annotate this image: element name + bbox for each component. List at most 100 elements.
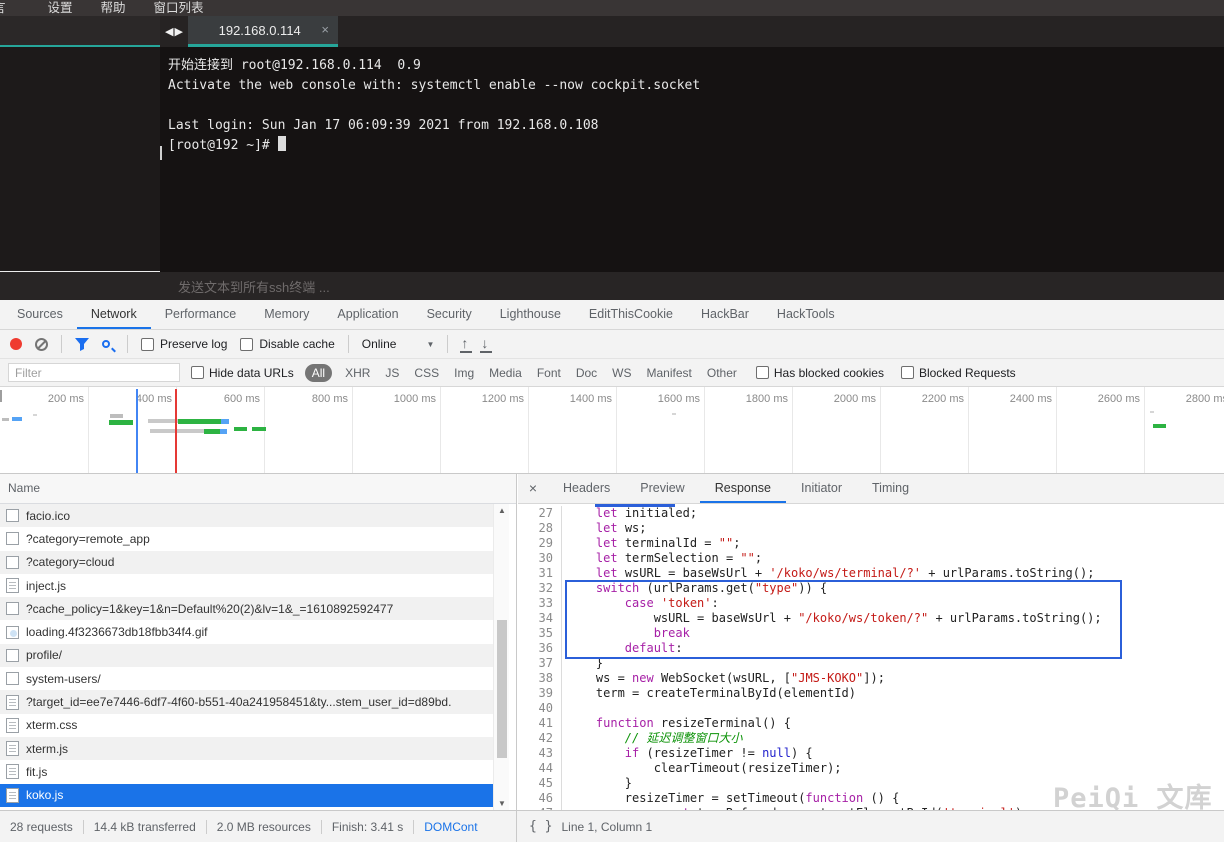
code-text: } [562, 656, 603, 671]
disable-cache-checkbox[interactable] [240, 338, 253, 351]
line-number: 42 [518, 731, 562, 746]
throttling-select[interactable]: Online ▼ [362, 337, 435, 351]
has-blocked-cookies-checkbox[interactable] [756, 366, 769, 379]
export-har-icon[interactable]: ↓ [481, 336, 488, 353]
request-row[interactable]: fit.js [0, 760, 493, 783]
import-har-icon[interactable]: ↑ [461, 336, 468, 353]
timeline-gridline [704, 387, 705, 474]
code-text: resizeTimer = setTimeout(function () { [562, 791, 899, 806]
type-filter-js[interactable]: JS [383, 365, 401, 381]
name-column-header[interactable]: Name [0, 474, 516, 504]
line-number: 29 [518, 536, 562, 551]
request-list-scrollbar[interactable]: ▲ ▼ [493, 504, 509, 810]
detail-tab-response[interactable]: Response [700, 474, 786, 503]
type-filter-doc[interactable]: Doc [574, 365, 599, 381]
request-row[interactable]: ?cache_policy=1&key=1&n=Default%20(2)&lv… [0, 597, 493, 620]
panel-tab-security[interactable]: Security [413, 300, 486, 329]
panel-tab-memory[interactable]: Memory [250, 300, 323, 329]
type-filter-img[interactable]: Img [452, 365, 476, 381]
ssh-terminal[interactable]: 开始连接到 root@192.168.0.114 0.9Activate the… [160, 47, 1224, 272]
panel-tab-performance[interactable]: Performance [151, 300, 251, 329]
request-name: xterm.js [26, 742, 68, 756]
request-row[interactable]: xterm.css [0, 714, 493, 737]
detail-tab-preview[interactable]: Preview [625, 474, 699, 503]
tab-back-icon[interactable]: ◀ [165, 25, 173, 38]
summary-segment: Finish: 3.41 s [332, 820, 403, 834]
preserve-log-checkbox[interactable] [141, 338, 154, 351]
timeline-gridline [1144, 387, 1145, 474]
request-row[interactable]: profile/ [0, 644, 493, 667]
code-text: switch (urlParams.get("type")) { [562, 581, 827, 596]
menu-item-3[interactable]: 窗口列表 [154, 0, 204, 16]
status-divider [206, 820, 207, 834]
hide-data-urls-label: Hide data URLs [209, 366, 294, 380]
hide-data-urls-checkbox[interactable] [191, 366, 204, 379]
blocked-requests-checkbox[interactable] [901, 366, 914, 379]
type-filter-manifest[interactable]: Manifest [645, 365, 694, 381]
scroll-up-icon[interactable]: ▲ [494, 506, 510, 515]
line-number: 27 [518, 506, 562, 521]
app-menubar: 言 设置 帮助 窗口列表 [0, 0, 1224, 16]
type-filter-other[interactable]: Other [705, 365, 739, 381]
type-filter-all[interactable]: All [305, 364, 332, 382]
app-window: 言 设置 帮助 窗口列表 ◀ ▶ 192.168.0.114 × 开始连接到 root… [0, 0, 1224, 842]
type-filter-xhr[interactable]: XHR [343, 365, 372, 381]
scroll-down-icon[interactable]: ▼ [494, 799, 510, 808]
record-icon[interactable] [10, 338, 22, 350]
type-filter-ws[interactable]: WS [610, 365, 633, 381]
line-number: 45 [518, 776, 562, 791]
format-braces-icon[interactable]: { } [529, 819, 552, 834]
server-list-sidebar[interactable] [0, 47, 160, 272]
panel-tab-network[interactable]: Network [77, 300, 151, 329]
menu-item-0[interactable]: 言 [0, 0, 6, 16]
ssh-tab-title: 192.168.0.114 [188, 23, 321, 38]
request-row[interactable]: ?category=remote_app [0, 527, 493, 550]
timeline-tick-label: 800 ms [312, 393, 348, 405]
panel-tab-sources[interactable]: Sources [3, 300, 77, 329]
file-icon [6, 602, 19, 615]
request-row[interactable]: ?target_id=ee7e7446-6df7-4f60-b551-40a24… [0, 690, 493, 713]
request-row[interactable]: loading.4f3236673db18fbb34f4.gif [0, 620, 493, 643]
timeline-tick-label: 2000 ms [834, 393, 876, 405]
terminal-cursor [278, 136, 286, 151]
request-row[interactable]: ?category=cloud [0, 551, 493, 574]
close-detail-icon[interactable]: × [518, 474, 548, 503]
request-row[interactable]: inject.js [0, 574, 493, 597]
code-text: term = createTerminalById(elementId) [562, 686, 856, 701]
code-line: 42 // 延迟调整窗口大小 [518, 731, 1224, 746]
type-filter-css[interactable]: CSS [412, 365, 441, 381]
request-row[interactable]: system-users/ [0, 667, 493, 690]
menu-item-2[interactable]: 帮助 [101, 0, 126, 16]
toolbar-divider [61, 335, 62, 353]
clear-icon[interactable] [35, 338, 48, 351]
type-filter-font[interactable]: Font [535, 365, 563, 381]
menu-item-1[interactable]: 设置 [48, 0, 73, 16]
filter-input[interactable] [8, 363, 180, 382]
request-row[interactable]: facio.ico [0, 504, 493, 527]
network-overview-timeline[interactable]: 200 ms400 ms600 ms800 ms1000 ms1200 ms14… [0, 387, 1224, 474]
type-filter-media[interactable]: Media [487, 365, 524, 381]
response-code-view[interactable]: 27 let initialed;28 let ws;29 let termin… [518, 504, 1224, 810]
tab-close-icon[interactable]: × [321, 22, 338, 39]
session-tabstrip: ◀ ▶ 192.168.0.114 × [0, 16, 1224, 47]
code-text: let ws; [562, 521, 647, 536]
detail-tab-timing[interactable]: Timing [857, 474, 924, 503]
request-name: system-users/ [26, 672, 101, 686]
panel-tab-hackbar[interactable]: HackBar [687, 300, 763, 329]
tab-forward-icon[interactable]: ▶ [174, 25, 182, 38]
code-text [562, 701, 567, 716]
filter-funnel-icon[interactable] [75, 338, 89, 351]
ssh-session-tab[interactable]: 192.168.0.114 × [188, 16, 338, 47]
panel-tab-hacktools[interactable]: HackTools [763, 300, 849, 329]
panel-tab-application[interactable]: Application [323, 300, 412, 329]
search-icon[interactable] [102, 340, 110, 348]
detail-tab-headers[interactable]: Headers [548, 474, 625, 503]
request-row[interactable]: koko.js [0, 784, 493, 807]
broadcast-input-row[interactable]: 发送文本到所有ssh终端 ... [0, 272, 1224, 300]
scrollbar-thumb[interactable] [497, 620, 507, 758]
detail-tab-initiator[interactable]: Initiator [786, 474, 857, 503]
panel-tab-lighthouse[interactable]: Lighthouse [486, 300, 575, 329]
timeline-gridline [440, 387, 441, 474]
request-row[interactable]: xterm.js [0, 737, 493, 760]
panel-tab-editthiscookie[interactable]: EditThisCookie [575, 300, 687, 329]
